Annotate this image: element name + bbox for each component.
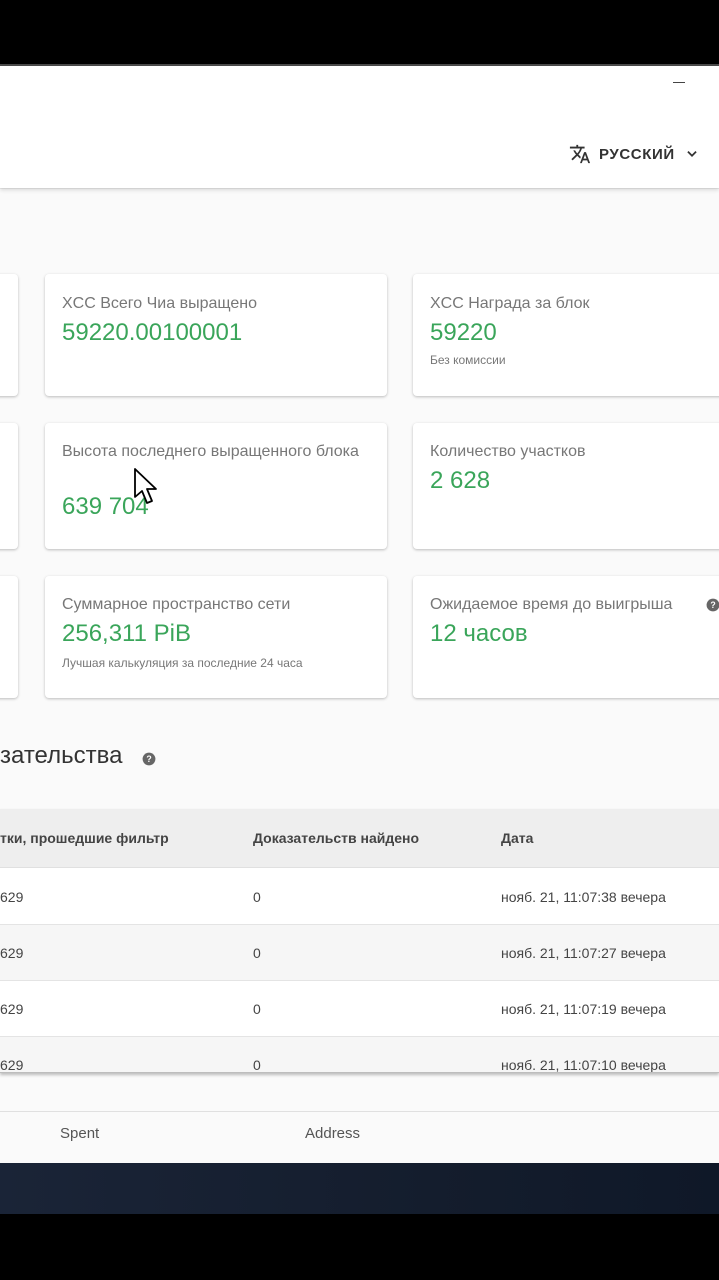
help-icon[interactable]: ? (142, 752, 156, 766)
column-header-proofs-found[interactable]: Доказательств найдено (253, 830, 419, 846)
stat-value: 59220.00100001 (62, 319, 243, 346)
stat-card-netspace: Суммарное пространство сети 256,311 PiB … (45, 576, 387, 698)
cell-passed-filter: 629 (0, 945, 24, 961)
stat-sub: Без комиссии (430, 353, 506, 367)
stat-label: Высота последнего выращенного блока (62, 443, 359, 460)
cell-date: нояб. 21, 11:07:27 вечера (501, 945, 666, 961)
cell-date: нояб. 21, 11:07:10 вечера (501, 1057, 666, 1073)
proofs-table: тки, прошедшие фильтр Доказательств найд… (0, 809, 719, 1073)
mouse-cursor-icon (134, 468, 157, 504)
cell-date: нояб. 21, 11:07:19 вечера (501, 1001, 666, 1017)
stat-card-left-2 (0, 423, 18, 549)
stat-sub: Лучшая калькуляция за последние 24 часа (62, 656, 303, 670)
column-header-spent[interactable]: Spent (60, 1125, 99, 1142)
column-header-address[interactable]: Address (305, 1125, 360, 1142)
stat-label: XCC Награда за блок (430, 295, 590, 312)
stat-card-plot-count: Количество участков 2 628 (413, 423, 719, 549)
cell-proofs-found: 0 (253, 889, 261, 905)
stat-label: Ожидаемое время до выигрыша (430, 596, 673, 613)
language-selector[interactable]: РУССКИЙ (569, 142, 699, 166)
svg-text:?: ? (710, 600, 715, 610)
help-icon[interactable]: ? (706, 598, 719, 612)
stat-card-block-reward: XCC Награда за блок 59220 Без комиссии (413, 274, 719, 396)
cell-date: нояб. 21, 11:07:38 вечера (501, 889, 666, 905)
svg-text:?: ? (146, 754, 151, 764)
background-table-header: Spent Address (0, 1111, 719, 1153)
stat-card-left-1 (0, 274, 18, 396)
stat-card-expected-time: Ожидаемое время до выигрыша ? 12 часов (413, 576, 719, 698)
stat-card-left-3 (0, 576, 18, 698)
cell-passed-filter: 629 (0, 1057, 24, 1073)
table-row: 629 0 нояб. 21, 11:07:38 вечера (0, 869, 719, 925)
column-header-date[interactable]: Дата (501, 830, 533, 846)
table-header: тки, прошедшие фильтр Доказательств найд… (0, 809, 719, 868)
cell-passed-filter: 629 (0, 1001, 24, 1017)
stat-label: Количество участков (430, 443, 586, 460)
section-title-proofs: зательства (0, 742, 123, 769)
stat-label: Суммарное пространство сети (62, 596, 291, 613)
column-header-passed-filter[interactable]: тки, прошедшие фильтр (0, 830, 169, 846)
cell-proofs-found: 0 (253, 1001, 261, 1017)
stat-value: 2 628 (430, 467, 491, 494)
stat-label: XCC Всего Чиа выращено (62, 295, 257, 312)
cell-proofs-found: 0 (253, 1057, 261, 1073)
stat-value: 59220 (430, 319, 497, 346)
stat-value: 256,311 PiB (62, 620, 191, 647)
cell-proofs-found: 0 (253, 945, 261, 961)
table-row: 629 0 нояб. 21, 11:07:10 вечера (0, 1037, 719, 1073)
table-row: 629 0 нояб. 21, 11:07:27 вечера (0, 925, 719, 981)
stat-value: 12 часов (430, 620, 528, 647)
app-bar (0, 66, 719, 188)
stat-card-total-farmed: XCC Всего Чиа выращено 59220.00100001 (45, 274, 387, 396)
cell-passed-filter: 629 (0, 889, 24, 905)
minimize-icon[interactable] (673, 82, 685, 83)
stat-card-last-height: Высота последнего выращенного блока 639 … (45, 423, 387, 549)
chevron-down-icon (687, 151, 697, 157)
translate-icon (569, 144, 591, 164)
language-label: РУССКИЙ (599, 145, 675, 163)
taskbar (0, 1163, 719, 1214)
table-row: 629 0 нояб. 21, 11:07:19 вечера (0, 981, 719, 1037)
